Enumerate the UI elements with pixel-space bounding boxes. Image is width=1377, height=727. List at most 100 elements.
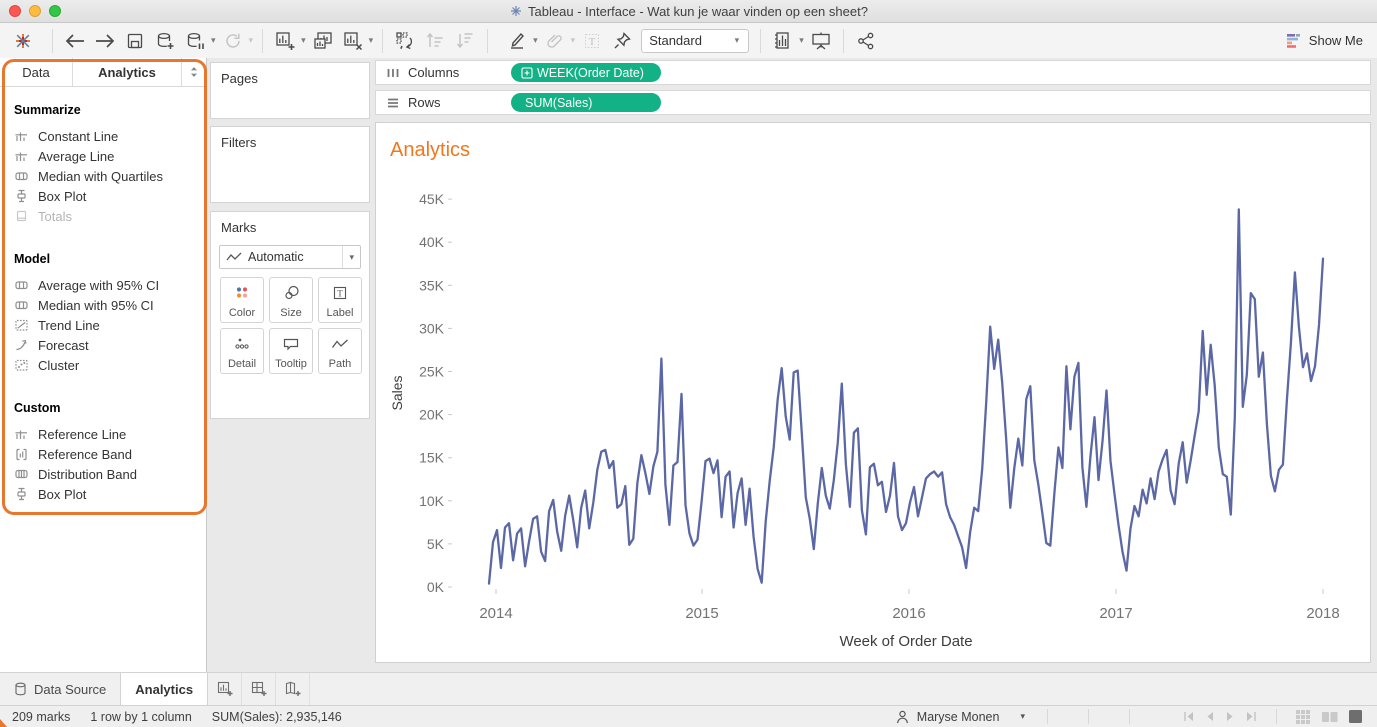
trend-line-icon bbox=[14, 318, 29, 332]
data-source-tab-label: Data Source bbox=[34, 682, 106, 697]
forward-arrow-icon bbox=[93, 32, 117, 50]
tooltip-button[interactable]: Tooltip bbox=[269, 328, 313, 374]
sheet-view-icon[interactable] bbox=[1348, 709, 1363, 724]
clear-sheet-caret[interactable]: ▾ bbox=[369, 35, 374, 46]
columns-pill-week-order-date[interactable]: WEEK(Order Date) bbox=[511, 63, 661, 82]
label-button[interactable]: T Label bbox=[318, 277, 362, 323]
analytics-item-cluster[interactable]: Cluster bbox=[0, 355, 206, 375]
path-button[interactable]: Path bbox=[318, 328, 362, 374]
last-sheet-icon[interactable] bbox=[1245, 711, 1258, 722]
tab-analytics[interactable]: Analytics bbox=[73, 58, 182, 86]
format-workbook-caret[interactable]: ▾ bbox=[571, 35, 576, 46]
pages-shelf-title: Pages bbox=[211, 63, 369, 86]
show-mark-labels-caret[interactable]: ▾ bbox=[799, 35, 804, 46]
analytics-item-reference-band[interactable]: Reference Band bbox=[0, 444, 206, 464]
toolbar-divider bbox=[760, 29, 761, 53]
show-mark-labels-button[interactable] bbox=[770, 27, 796, 55]
tab-data[interactable]: Data bbox=[0, 58, 73, 86]
share-button[interactable] bbox=[853, 27, 879, 55]
sheet-canvas[interactable]: Analytics 0K5K10K15K20K25K30K35K40K45K20… bbox=[375, 122, 1371, 663]
toolbar-divider bbox=[843, 29, 844, 53]
new-worksheet-caret[interactable]: ▾ bbox=[301, 35, 306, 46]
y-tick-label: 5K bbox=[427, 536, 445, 552]
analytics-item-label: Average with 95% CI bbox=[38, 278, 159, 293]
data-source-icon bbox=[14, 682, 27, 696]
marks-count: 209 marks bbox=[12, 710, 70, 724]
columns-shelf-label: Columns bbox=[408, 65, 459, 80]
swap-rows-columns-button[interactable] bbox=[392, 27, 418, 55]
undo-button[interactable] bbox=[62, 27, 88, 55]
distribution-band-icon bbox=[14, 467, 29, 481]
label-button-label: Label bbox=[327, 307, 354, 319]
presentation-mode-button[interactable] bbox=[808, 27, 834, 55]
format-workbook-button[interactable] bbox=[542, 27, 568, 55]
analytics-item-median-95ci[interactable]: Median with 95% CI bbox=[0, 295, 206, 315]
filmstrip-view-icon[interactable] bbox=[1321, 709, 1338, 725]
redo-button[interactable] bbox=[92, 27, 118, 55]
new-story-tab-button[interactable] bbox=[276, 673, 310, 705]
duplicate-sheet-button[interactable] bbox=[310, 27, 336, 55]
pause-auto-updates-caret[interactable]: ▾ bbox=[211, 35, 216, 46]
new-dashboard-tab-button[interactable] bbox=[242, 673, 276, 705]
x-tick-label: 2017 bbox=[1099, 605, 1132, 622]
analytics-item-forecast[interactable]: Forecast bbox=[0, 335, 206, 355]
y-tick-label: 40K bbox=[419, 234, 445, 250]
analytics-item-average-line[interactable]: Average Line bbox=[0, 146, 206, 166]
highlight-button[interactable] bbox=[504, 27, 530, 55]
next-sheet-icon[interactable] bbox=[1225, 711, 1235, 722]
text-format-button[interactable]: T bbox=[579, 27, 605, 55]
svg-text:T: T bbox=[337, 288, 343, 298]
pause-auto-updates-button[interactable] bbox=[182, 27, 208, 55]
sales-line[interactable] bbox=[489, 209, 1323, 583]
analytics-item-trend-line[interactable]: Trend Line bbox=[0, 315, 206, 335]
rows-shelf[interactable]: Rows SUM(Sales) bbox=[375, 90, 1371, 115]
pin-button[interactable] bbox=[609, 27, 635, 55]
analytics-item-reference-line[interactable]: Reference Line bbox=[0, 424, 206, 444]
sheet-tab-analytics[interactable]: Analytics bbox=[120, 673, 208, 705]
analytics-item-totals[interactable]: Totals bbox=[0, 206, 206, 226]
refresh-data-caret[interactable]: ▾ bbox=[249, 35, 254, 46]
rows-pill-sum-sales[interactable]: SUM(Sales) bbox=[511, 93, 661, 112]
sort-descending-button[interactable] bbox=[452, 27, 478, 55]
analytics-item-constant-line[interactable]: Constant Line bbox=[0, 126, 206, 146]
fit-dropdown[interactable]: Standard ▾ bbox=[641, 29, 749, 53]
columns-shelf[interactable]: Columns WEEK(Order Date) bbox=[375, 60, 1371, 85]
pages-shelf[interactable]: Pages bbox=[210, 62, 370, 119]
mark-type-dropdown[interactable]: Automatic ▾ bbox=[219, 245, 361, 269]
analytics-item-box-plot[interactable]: Box Plot bbox=[0, 186, 206, 206]
highlight-caret[interactable]: ▾ bbox=[533, 35, 538, 46]
data-source-tab[interactable]: Data Source bbox=[0, 673, 120, 705]
color-button[interactable]: Color bbox=[220, 277, 264, 323]
analytics-item-distribution-band[interactable]: Distribution Band bbox=[0, 464, 206, 484]
filters-shelf[interactable]: Filters bbox=[210, 126, 370, 203]
analytics-item-label: Cluster bbox=[38, 358, 79, 373]
first-sheet-icon[interactable] bbox=[1182, 711, 1195, 722]
tableau-logo[interactable] bbox=[10, 27, 36, 55]
save-button[interactable] bbox=[122, 27, 148, 55]
analytics-item-average-95ci[interactable]: Average with 95% CI bbox=[0, 275, 206, 295]
sheet-tab-label: Analytics bbox=[135, 682, 193, 697]
sales-line-chart[interactable]: 0K5K10K15K20K25K30K35K40K45K201420152016… bbox=[376, 171, 1370, 662]
new-worksheet-tab-button[interactable] bbox=[208, 673, 242, 705]
new-worksheet-button[interactable] bbox=[272, 27, 298, 55]
expand-field-icon bbox=[521, 67, 533, 79]
previous-sheet-icon[interactable] bbox=[1205, 711, 1215, 722]
add-data-source-icon bbox=[154, 30, 176, 52]
show-me-button[interactable]: Show Me bbox=[1286, 32, 1363, 49]
detail-button[interactable]: Detail bbox=[220, 328, 264, 374]
analytics-item-label: Totals bbox=[38, 209, 72, 224]
add-data-source-button[interactable] bbox=[152, 27, 178, 55]
y-tick-label: 45K bbox=[419, 191, 445, 207]
user-menu[interactable]: Maryse Monen ▾ bbox=[885, 709, 1035, 725]
size-button[interactable]: Size bbox=[269, 277, 313, 323]
aggregate-summary: SUM(Sales): 2,935,146 bbox=[212, 710, 342, 724]
analytics-item-median-with-quartiles[interactable]: Median with Quartiles bbox=[0, 166, 206, 186]
statusbar-divider bbox=[1276, 709, 1277, 724]
refresh-data-button[interactable] bbox=[220, 27, 246, 55]
analytics-item-box-plot-custom[interactable]: Box Plot bbox=[0, 484, 206, 504]
sort-ascending-button[interactable] bbox=[422, 27, 448, 55]
clear-sheet-button[interactable] bbox=[340, 27, 366, 55]
new-worksheet-icon bbox=[274, 30, 296, 52]
pane-collapse-control[interactable] bbox=[182, 58, 206, 86]
show-tabs-view-icon[interactable] bbox=[1295, 709, 1311, 725]
